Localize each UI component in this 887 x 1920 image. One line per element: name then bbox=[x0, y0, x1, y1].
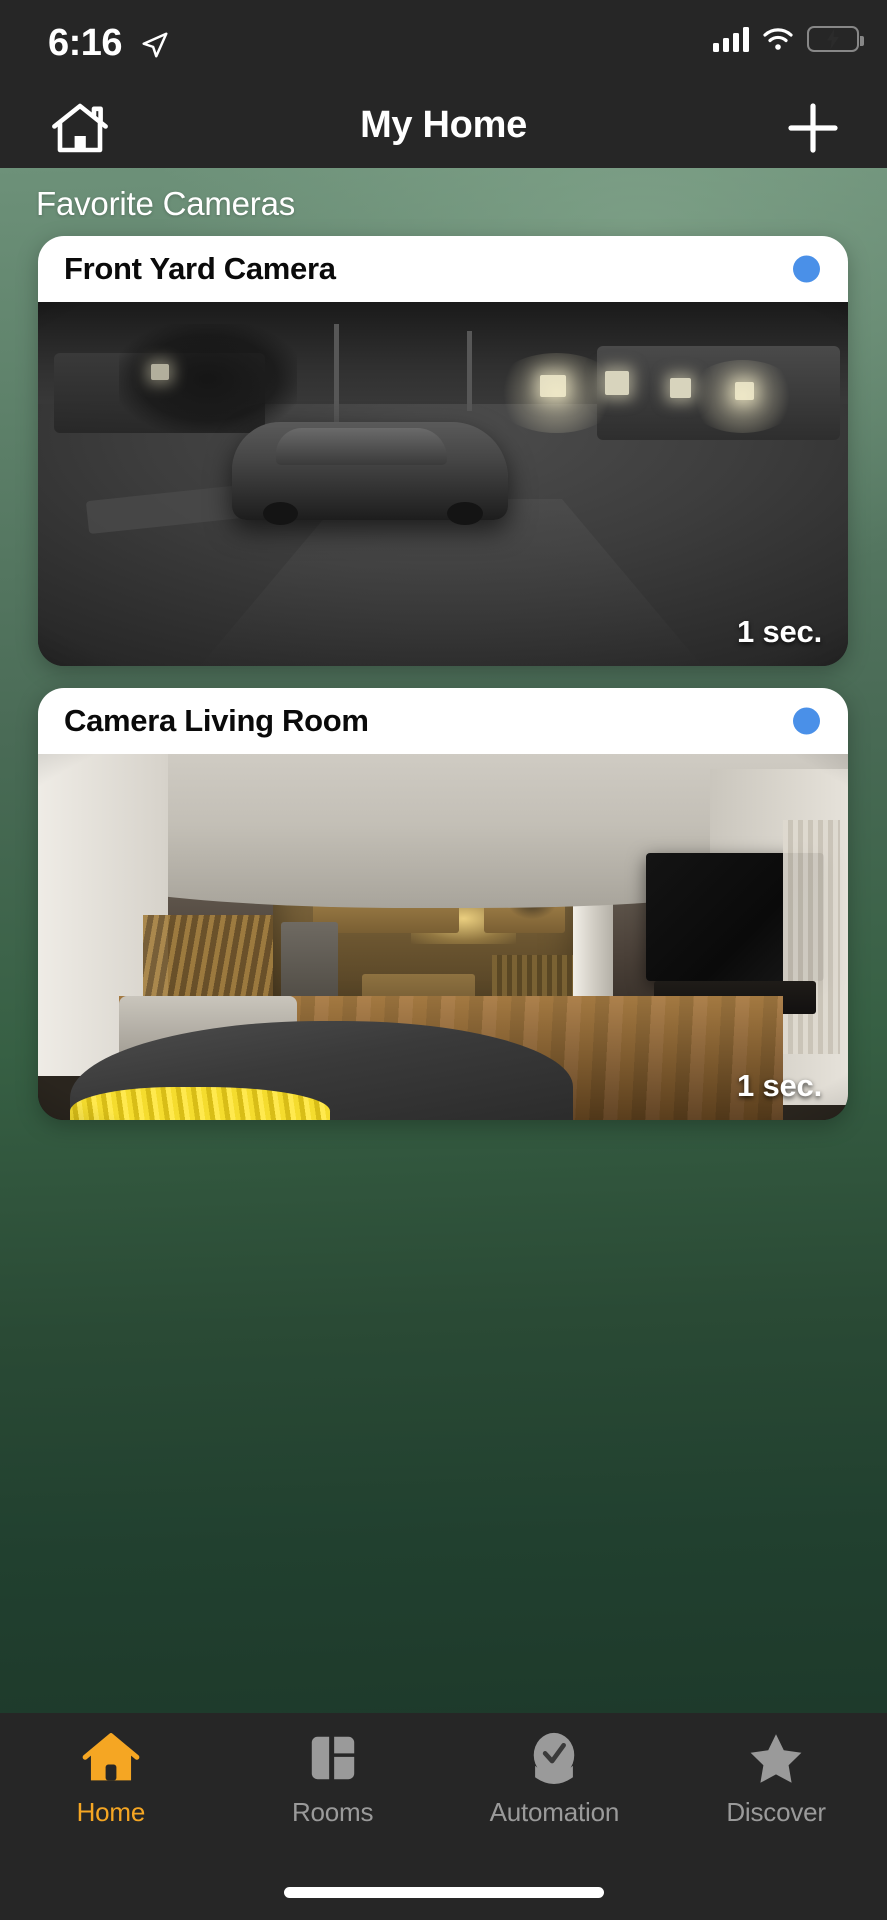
night-driveway-scene bbox=[38, 302, 848, 666]
parked-car bbox=[232, 422, 508, 526]
tab-label: Automation bbox=[489, 1797, 620, 1827]
camera-feed-living-room[interactable]: 1 sec. bbox=[38, 754, 848, 1120]
status-bar: 6:16 bbox=[0, 0, 887, 82]
camera-card-living-room[interactable]: Camera Living Room 1 sec. bbox=[38, 688, 848, 1120]
tab-home[interactable]: Home bbox=[0, 1727, 222, 1845]
camera-card-header: Front Yard Camera bbox=[38, 236, 848, 302]
cellular-signal-icon bbox=[713, 26, 749, 52]
status-bar-time: 6:16 bbox=[48, 22, 123, 64]
status-badge bbox=[793, 707, 820, 735]
camera-card-header: Camera Living Room bbox=[38, 688, 848, 754]
camera-feed-front-yard[interactable]: 1 sec. bbox=[38, 302, 848, 666]
tab-label: Discover bbox=[726, 1797, 826, 1827]
tab-rooms[interactable]: Rooms bbox=[222, 1727, 444, 1845]
tab-automation[interactable]: Automation bbox=[444, 1727, 666, 1845]
living-room-scene bbox=[38, 754, 848, 1120]
location-arrow-icon bbox=[142, 32, 168, 58]
camera-timestamp: 1 sec. bbox=[737, 1068, 822, 1103]
section-header-favorite-cameras: Favorite Cameras bbox=[36, 185, 296, 222]
wifi-icon bbox=[763, 28, 793, 50]
phone-screen: 6:16 My Home Favorite Cameras Front Yard… bbox=[0, 0, 887, 1920]
house-filled-icon bbox=[82, 1727, 140, 1789]
rooms-grid-icon bbox=[306, 1727, 360, 1789]
tab-label: Rooms bbox=[291, 1797, 374, 1827]
status-bar-indicators bbox=[713, 26, 864, 52]
camera-timestamp: 1 sec. bbox=[737, 614, 822, 649]
battery-charging-icon bbox=[807, 26, 864, 52]
plus-icon[interactable] bbox=[787, 102, 839, 154]
camera-name: Front Yard Camera bbox=[64, 251, 336, 286]
tab-label: Home bbox=[76, 1797, 146, 1827]
star-icon bbox=[748, 1727, 804, 1789]
camera-card-front-yard[interactable]: Front Yard Camera 1 sec. bbox=[38, 236, 848, 666]
navigation-bar: My Home bbox=[0, 82, 887, 168]
main-content: Favorite Cameras Front Yard Camera 1 sec… bbox=[0, 168, 887, 1713]
tab-bar: Home Rooms Automation Discover bbox=[0, 1713, 887, 1920]
home-indicator[interactable] bbox=[283, 1887, 604, 1898]
camera-name: Camera Living Room bbox=[64, 703, 369, 738]
clock-check-icon bbox=[527, 1727, 581, 1789]
charging-bolt-icon bbox=[827, 28, 839, 50]
page-title: My Home bbox=[360, 103, 527, 146]
tab-discover[interactable]: Discover bbox=[665, 1727, 887, 1845]
status-badge bbox=[793, 255, 820, 283]
